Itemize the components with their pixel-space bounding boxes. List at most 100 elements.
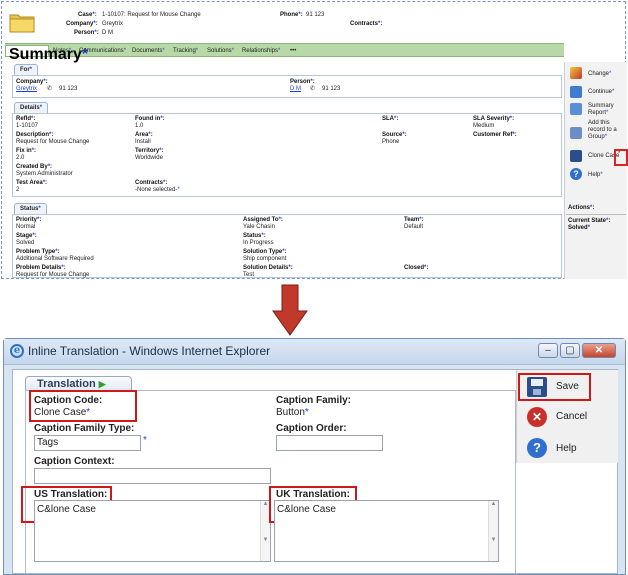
tab-solutions[interactable]: Solutions*: [207, 46, 234, 56]
case-tab-bar: Summary* Notes* Communications* Document…: [5, 43, 564, 63]
minimize-button[interactable]: –: [538, 343, 558, 358]
priority-value: Normal: [16, 224, 36, 230]
caption-family-type-label: Caption Family Type:: [34, 423, 135, 434]
status-value: In Progress: [243, 240, 274, 246]
help-button[interactable]: Help: [556, 443, 577, 454]
pencil-icon[interactable]: [570, 67, 582, 79]
crm-case-panel: Case*: 1-10107: Request for Mouse Change…: [1, 1, 628, 279]
phone-icon: ✆: [310, 86, 316, 92]
for-person-link[interactable]: D M: [290, 86, 301, 93]
uk-translation-textarea[interactable]: C&lone Case ▲ ▼: [274, 500, 499, 562]
stage-value: Solved: [16, 240, 35, 246]
slasev-label: SLA Severity*:: [473, 116, 515, 122]
contracts-label: Contracts*:: [350, 21, 383, 27]
current-state-value: Solved*: [568, 225, 591, 231]
case-label: Case*:: [78, 12, 97, 18]
continue-button[interactable]: Continue*: [588, 89, 614, 96]
sdetails-label: Solution Details*:: [243, 265, 293, 271]
desc-label: Description*:: [16, 132, 54, 138]
tab-translation[interactable]: Translation ▶: [25, 376, 132, 391]
source-label: Source*:: [382, 132, 407, 138]
save-disk-icon[interactable]: [570, 150, 582, 162]
cancel-icon[interactable]: ✕: [527, 407, 547, 427]
tab-notes[interactable]: Notes*: [53, 46, 71, 56]
for-company-label: Company*:: [16, 79, 48, 85]
contracts-detail-label: Contracts*:: [135, 180, 168, 186]
add-to-group-button[interactable]: Add this record to a Group*: [588, 120, 622, 141]
stype-label: Solution Type*:: [243, 249, 287, 255]
testarea-value: 2: [16, 187, 20, 193]
caption-context-label: Caption Context:: [34, 456, 115, 467]
slasev-value: Medium: [473, 123, 495, 129]
ptype-label: Problem Type*:: [16, 249, 60, 255]
inline-translation-window: e Inline Translation - Windows Internet …: [3, 338, 626, 575]
save-disk-icon[interactable]: [527, 377, 547, 397]
caption-code-value: Clone Case*: [34, 407, 91, 418]
company-label: Company*:: [66, 21, 98, 27]
down-arrow-icon: [272, 284, 308, 336]
area-value: Install: [135, 139, 151, 145]
for-section: [12, 75, 562, 98]
tab-relationships[interactable]: Relationships*: [242, 46, 280, 56]
us-translation-textarea[interactable]: C&lone Case ▲ ▼: [34, 500, 271, 562]
tab-documents[interactable]: Documents*: [132, 46, 165, 56]
caption-context-input[interactable]: [34, 468, 271, 484]
close-button[interactable]: ✕: [582, 343, 616, 358]
group-icon[interactable]: [570, 127, 582, 139]
status-section-tab: Status*: [14, 203, 47, 214]
area-label: Area*:: [135, 132, 153, 138]
tab-communications[interactable]: Communications*: [79, 46, 126, 56]
for-company-link[interactable]: Greytrix: [16, 86, 37, 93]
status-label: Status*:: [243, 233, 266, 239]
required-asterisk: *: [143, 435, 147, 446]
ptype-value: Additional Software Required: [16, 256, 94, 262]
current-state-label: Current State*:: [568, 218, 611, 224]
case-value: 1-10107: Request for Mouse Change: [102, 12, 201, 18]
custref-label: Customer Ref*:: [473, 132, 517, 138]
save-button[interactable]: Save: [556, 381, 579, 392]
folder-icon: [9, 14, 35, 33]
phone-value: 91 123: [306, 12, 325, 18]
maximize-button[interactable]: ▢: [560, 343, 580, 358]
help-icon[interactable]: ?: [527, 438, 547, 458]
pdetails-label: Problem Details*:: [16, 265, 66, 271]
caption-order-input[interactable]: [276, 435, 383, 451]
uk-translation-label: UK Translation:: [276, 489, 350, 500]
tab-more[interactable]: •••: [290, 46, 296, 56]
for-section-tab: For*: [14, 64, 39, 75]
fixin-value: 2.0: [16, 155, 25, 161]
scrollbar[interactable]: ▲ ▼: [488, 501, 498, 561]
phone-icon: ✆: [47, 86, 53, 92]
caption-family-label: Caption Family:: [276, 395, 352, 406]
report-icon[interactable]: [570, 103, 582, 115]
caption-family-type-input[interactable]: Tags: [34, 435, 141, 451]
for-company-phone: 91 123: [59, 86, 78, 92]
help-button[interactable]: Help*: [588, 172, 603, 179]
tab-summary[interactable]: Summary*: [5, 45, 88, 63]
cancel-button[interactable]: Cancel: [556, 411, 587, 422]
contracts-detail-value: -None selected-*: [135, 187, 180, 193]
summary-report-button[interactable]: Summary Report*: [588, 103, 620, 117]
phone-label: Phone*:: [280, 12, 303, 18]
pdetails-value: Request for Mouse Change: [16, 272, 90, 278]
caption-order-label: Caption Order:: [276, 423, 347, 434]
tab-tracking[interactable]: Tracking*: [173, 46, 198, 56]
refid-label: RefId*:: [16, 116, 36, 122]
foundin-value: 1.0: [135, 123, 144, 129]
ie-logo-icon: e: [10, 344, 24, 358]
territory-value: Worldwide: [135, 155, 163, 161]
change-button[interactable]: Change*: [588, 71, 611, 78]
fixin-label: Fix in*:: [16, 148, 37, 154]
createdby-value: System Administrator: [16, 171, 73, 177]
divider: [566, 214, 626, 215]
details-section-tab: Details*: [14, 102, 49, 113]
continue-icon[interactable]: [570, 86, 582, 98]
team-label: Team*:: [404, 217, 424, 223]
company-value: Greytrix: [102, 21, 123, 27]
for-person-phone: 91 123: [322, 86, 341, 92]
territory-label: Territory*:: [135, 148, 164, 154]
priority-label: Priority*:: [16, 217, 42, 223]
help-icon[interactable]: ?: [570, 168, 582, 180]
us-translation-label: US Translation:: [34, 489, 108, 500]
person-value: D M: [102, 30, 113, 36]
